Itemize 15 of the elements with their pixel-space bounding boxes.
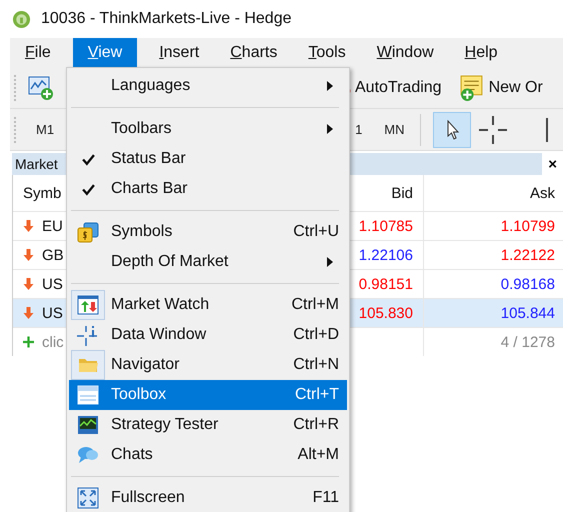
panel-title: Market xyxy=(14,156,58,172)
table-cell: 0.98168 xyxy=(500,276,555,292)
table-cell: 105.844 xyxy=(500,304,555,322)
symbol-count: 4 / 1278 xyxy=(500,334,555,350)
table-cell: US xyxy=(42,304,63,322)
table-cell: EU xyxy=(42,218,63,234)
table-cell: 1.10785 xyxy=(358,218,413,234)
table-cell: US xyxy=(42,276,63,292)
table-cell: 1.22106 xyxy=(358,246,413,264)
table-cell: 1.10799 xyxy=(500,218,555,234)
table-cell: 105.830 xyxy=(358,304,413,322)
window-title: 10036 - ThinkMarkets-Live - Hedge xyxy=(41,10,292,28)
table-cell: 0.98151 xyxy=(358,276,413,292)
table-cell: 1.22122 xyxy=(500,246,555,264)
table-cell: GB xyxy=(42,246,64,264)
